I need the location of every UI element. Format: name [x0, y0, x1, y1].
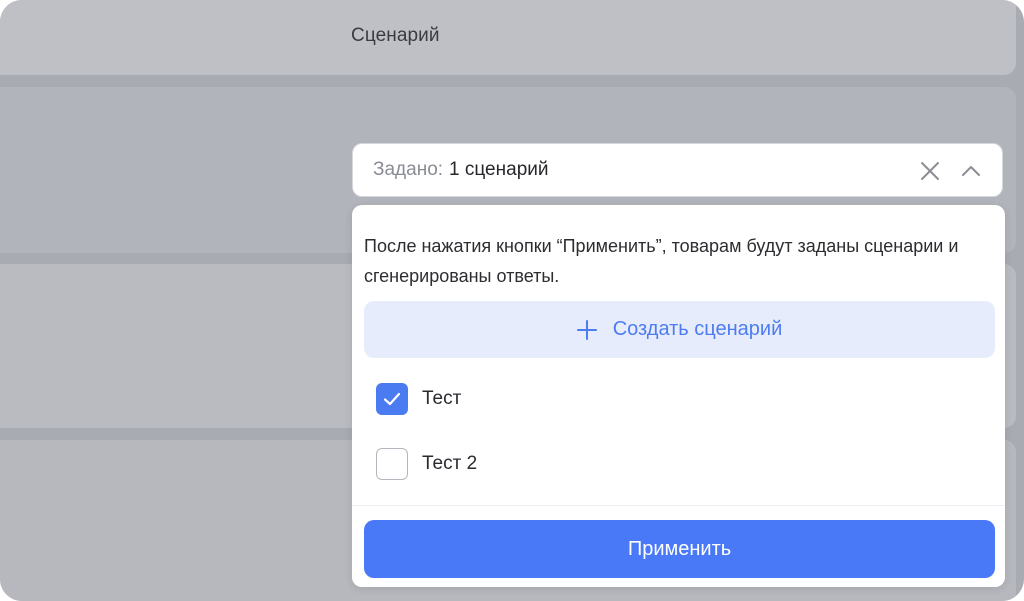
- create-scenario-button[interactable]: Создать сценарий: [364, 301, 995, 358]
- scenario-option[interactable]: Тест 2: [376, 448, 477, 480]
- select-value: 1 сценарий: [449, 159, 549, 180]
- dropdown-info-text: После нажатия кнопки “Применить”, товара…: [364, 236, 959, 286]
- scenario-select[interactable]: Задано: 1 сценарий: [352, 143, 1003, 197]
- create-scenario-label: Создать сценарий: [612, 318, 783, 340]
- chevron-up-icon[interactable]: [960, 160, 982, 182]
- select-label: Задано:: [373, 159, 444, 180]
- checkbox-checked[interactable]: [376, 383, 408, 415]
- app-viewport: Сценарий Задано: 1 сценарий После нажати…: [0, 0, 1024, 601]
- dropdown-footer: Применить: [352, 505, 1005, 587]
- checkbox-unchecked[interactable]: [376, 448, 408, 480]
- check-icon: [383, 392, 401, 406]
- scenario-dropdown: После нажатия кнопки “Применить”, товара…: [352, 205, 1005, 587]
- option-label: Тест: [422, 388, 462, 409]
- apply-button[interactable]: Применить: [364, 520, 995, 578]
- scenario-option[interactable]: Тест: [376, 383, 461, 415]
- plus-icon: [576, 319, 597, 340]
- option-label: Тест 2: [422, 453, 478, 474]
- close-icon[interactable]: [919, 160, 941, 182]
- page-header-title: Сценарий: [351, 25, 440, 46]
- page-header: Сценарий: [0, 0, 1016, 75]
